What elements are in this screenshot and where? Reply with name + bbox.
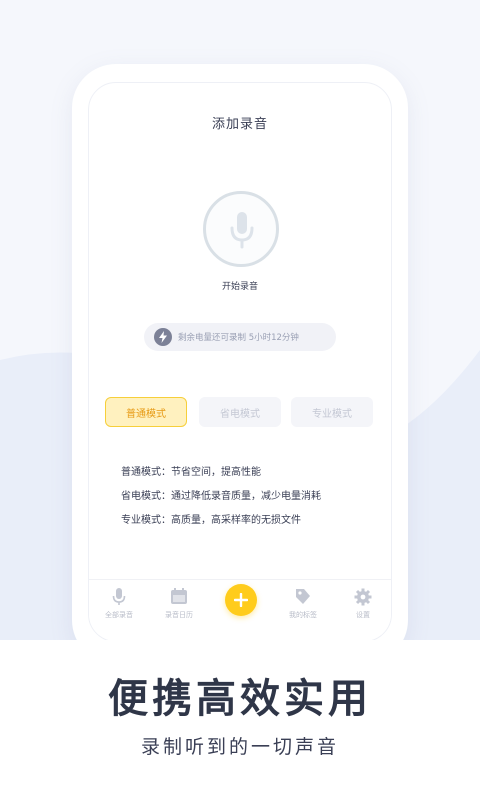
mode-power-save-button[interactable]: 省电模式 [199, 397, 281, 427]
tab-label: 我的标签 [289, 611, 317, 619]
tab-all-recordings[interactable]: 全部录音 [89, 588, 149, 620]
mode-normal-button[interactable]: 普通模式 [105, 397, 187, 427]
plus-icon [234, 593, 248, 607]
start-record-label: 开始录音 [221, 282, 258, 292]
tab-settings[interactable]: 设置 [333, 588, 391, 620]
microphone-icon [230, 212, 254, 249]
lightning-icon [154, 328, 172, 346]
tab-recording-calendar[interactable]: 录音日历 [149, 588, 209, 620]
gear-icon [354, 588, 372, 606]
battery-info-badge: 剩余电量还可录制 5小时12分钟 [144, 323, 336, 351]
mode-description-normal: 普通模式：节省空间，提高性能 [121, 467, 261, 478]
mode-description-professional: 专业模式：高质量，高采样率的无损文件 [121, 515, 301, 526]
tab-label: 录音日历 [165, 611, 193, 619]
mic-icon [112, 588, 126, 605]
mode-descriptions: 普通模式：节省空间，提高性能 省电模式：通过降低录音质量，减少电量消耗 专业模式… [121, 461, 371, 533]
mode-selector: 普通模式 省电模式 专业模式 [105, 397, 375, 429]
tab-label: 全部录音 [105, 611, 133, 619]
promo-subline: 录制听到的一切声音 [140, 736, 339, 758]
page-title: 添加录音 [211, 117, 268, 132]
tab-my-tags[interactable]: 我的标签 [273, 588, 333, 620]
mode-professional-button[interactable]: 专业模式 [291, 397, 373, 427]
battery-info-text: 剩余电量还可录制 5小时12分钟 [178, 333, 299, 343]
tab-label: 设置 [356, 611, 370, 619]
mode-description-power-save: 省电模式：通过降低录音质量，减少电量消耗 [121, 491, 321, 502]
start-record-button[interactable] [203, 191, 279, 267]
bottom-tab-bar: 全部录音 录音日历 我的标签 设置 [89, 579, 391, 641]
add-recording-button[interactable] [225, 584, 257, 616]
app-screen: 添加录音 开始录音 剩余电量还可录制 5小时12分钟 普通模式 省电模式 专业模… [88, 82, 392, 642]
promo-headline: 便携高效实用 [108, 676, 372, 722]
calendar-icon [171, 588, 187, 604]
tag-icon [296, 589, 310, 604]
